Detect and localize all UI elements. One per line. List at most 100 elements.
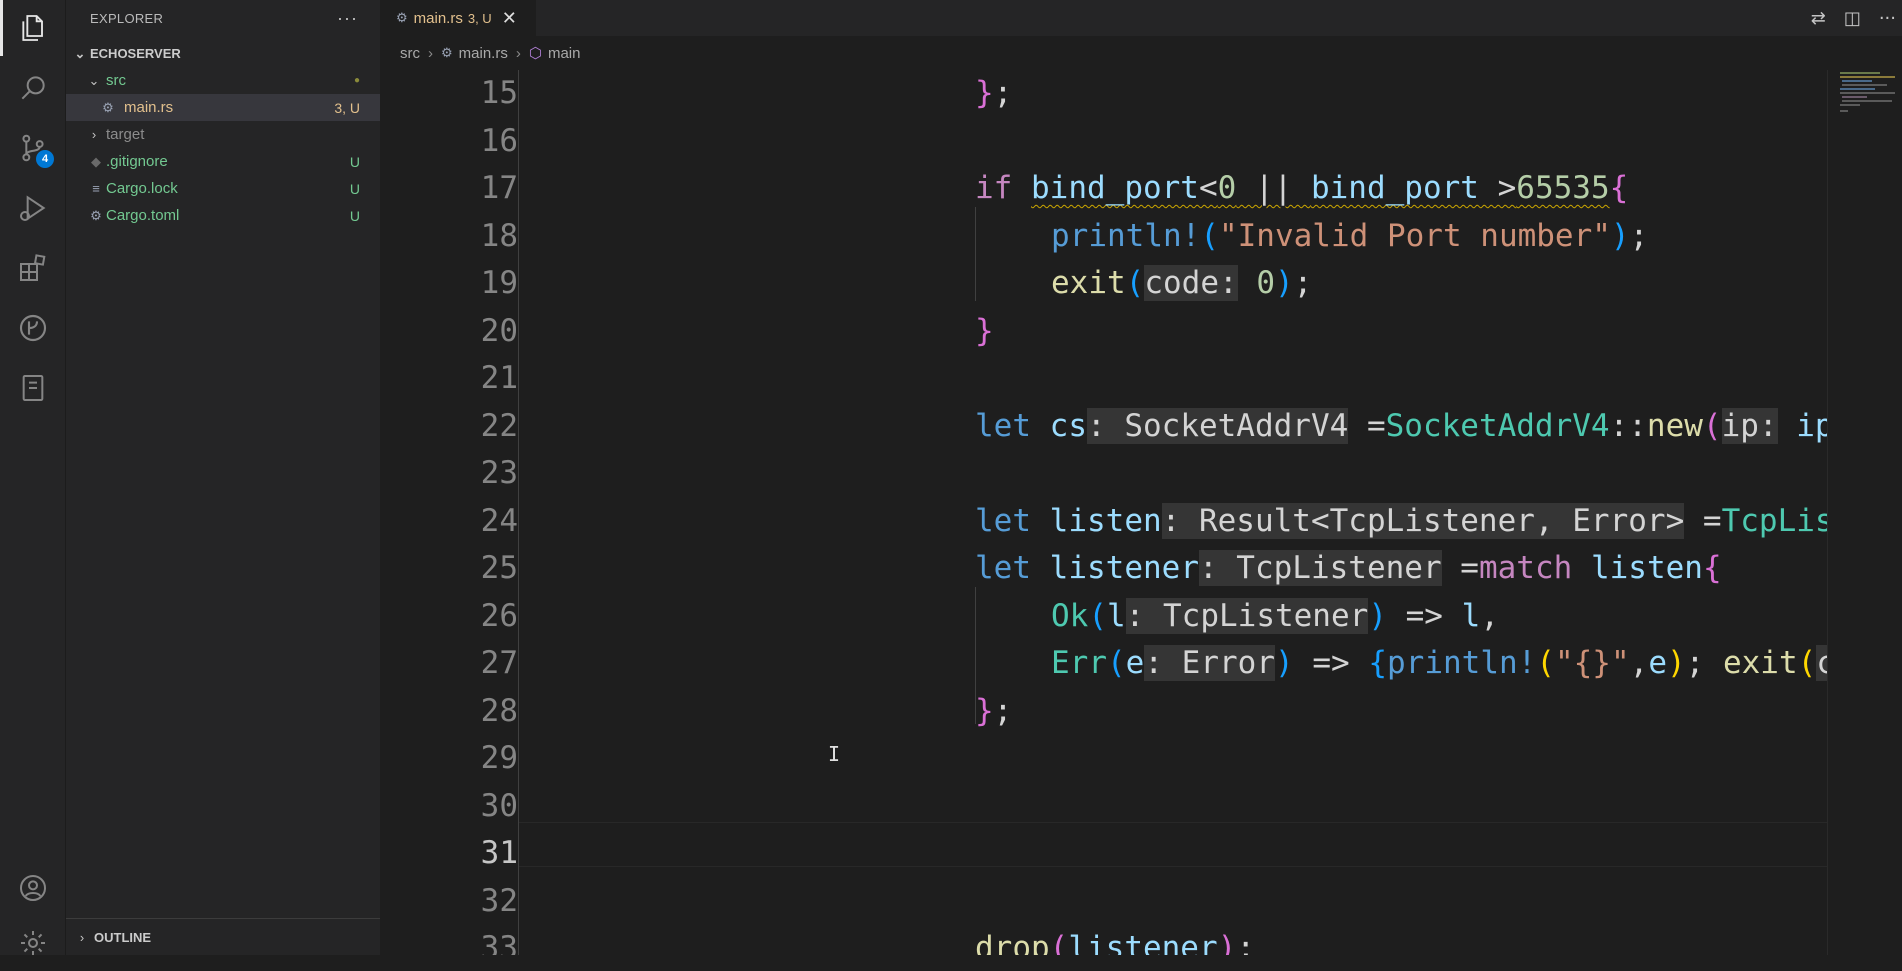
scm-badge: 4 [36, 150, 54, 168]
more-actions-icon[interactable]: ··· [1879, 8, 1896, 29]
line-number: 24 [480, 502, 518, 539]
chevron-right-icon: › [79, 929, 85, 945]
code-line: exit(code: 0); [1051, 265, 1313, 301]
tree-item-label: Cargo.toml [106, 207, 180, 224]
git-file-icon: ◆ [91, 153, 101, 169]
line-number: 21 [480, 360, 518, 396]
tab-label: main.rs [413, 9, 463, 27]
line-number: 26 [480, 597, 518, 634]
tree-file-cargo-toml[interactable]: ⚙ Cargo.toml U [66, 202, 380, 229]
code-line: let cs: SocketAddrV4 =SocketAddrV4::new(… [975, 407, 1827, 444]
code-line: Err(e: Error) => {println!("{}",e); exit… [1051, 640, 1827, 687]
minimap-line [1840, 88, 1875, 90]
code-content[interactable]: }; if bind_port<0 || bind_port >65535{ p… [520, 70, 1827, 955]
minimap-line [1840, 72, 1880, 74]
breadcrumb-item-src[interactable]: src [400, 45, 420, 62]
file-status-badge: U [349, 153, 360, 170]
more-actions-icon[interactable]: ··· [337, 8, 358, 29]
line-number: 33 [480, 930, 518, 955]
tree-folder-src[interactable]: ⌄ src ● [66, 67, 380, 94]
minimap[interactable] [1827, 70, 1902, 955]
line-number: 30 [480, 787, 518, 824]
gitlens-icon[interactable] [0, 300, 65, 356]
code-line: }; [975, 75, 1013, 111]
breadcrumb-item-file[interactable]: main.rs [459, 45, 508, 62]
search-icon[interactable] [0, 60, 65, 116]
line-number: 15 [480, 75, 518, 111]
outline-title: OUTLINE [94, 929, 152, 945]
line-number: 27 [480, 645, 518, 681]
minimap-line [1842, 100, 1892, 102]
breadcrumb-item-symbol[interactable]: main [548, 45, 581, 62]
minimap-line [1842, 80, 1872, 82]
file-status-badge: 3, U [334, 99, 360, 116]
tree-item-label: Cargo.lock [106, 180, 178, 197]
code-line: }; [975, 692, 1013, 729]
chevron-right-icon: › [428, 44, 433, 62]
code-line: if bind_port<0 || bind_port >65535{ [975, 170, 1629, 206]
tree-file-cargo-lock[interactable]: ≡ Cargo.lock U [66, 175, 380, 202]
code-line: drop(listener); [975, 930, 1255, 955]
notebook-icon[interactable] [0, 360, 65, 416]
tab-status-badge: 3, U [467, 10, 492, 26]
line-number: 25 [480, 550, 518, 586]
tab-main-rs[interactable]: ⚙ main.rs 3, U ✕ [380, 0, 536, 36]
line-number: 29 [480, 740, 518, 776]
minimap-line [1840, 104, 1860, 106]
chevron-down-icon: ⌄ [74, 45, 86, 61]
activity-bar: 4 [0, 0, 66, 955]
breadcrumb: src › ⚙ main.rs › ⬡ main [380, 36, 1902, 70]
tree-folder-target[interactable]: › target [66, 121, 380, 148]
compare-changes-icon[interactable]: ⇄ [1811, 8, 1826, 29]
rust-file-icon: ⚙ [102, 99, 114, 115]
tree-file-gitignore[interactable]: ◆ .gitignore U [66, 148, 380, 175]
line-number: 23 [480, 455, 518, 491]
file-status-badge: U [349, 180, 360, 197]
split-editor-icon[interactable]: ◫ [1844, 8, 1861, 29]
chevron-right-icon: › [91, 127, 97, 142]
manage-gear-icon[interactable] [0, 915, 65, 971]
code-line: let listen: Result<TcpListener, Error> =… [975, 502, 1827, 539]
rust-file-icon: ⚙ [441, 45, 453, 60]
code-line: } [975, 312, 994, 349]
line-number: 17 [480, 170, 518, 206]
chevron-right-icon: › [515, 44, 521, 62]
rust-file-icon: ⚙ [396, 10, 408, 25]
function-cube-icon: ⬡ [528, 45, 542, 62]
minimap-line [1840, 92, 1895, 94]
explorer-sidebar: EXPLORER ··· ⌄ ECHOSERVER ⌄ src ● ⚙ main… [66, 0, 380, 955]
tree-item-label: target [106, 126, 145, 143]
minimap-line [1840, 110, 1848, 112]
tree-item-label: .gitignore [106, 153, 168, 170]
modified-dot-icon: ● [353, 75, 360, 86]
extensions-icon[interactable] [0, 240, 65, 296]
code-editor[interactable]: 15 16 17 18 19 20 21 22 23 24 25 26 27 2… [380, 70, 1827, 955]
outline-section-header[interactable]: › OUTLINE [66, 918, 380, 955]
line-number-active: 31 [480, 835, 518, 871]
line-number: 22 [480, 407, 518, 444]
tree-file-main-rs[interactable]: ⚙ main.rs 3, U [66, 94, 380, 121]
line-number: 18 [480, 217, 518, 254]
tree-item-label: main.rs [124, 99, 174, 116]
explorer-title: EXPLORER [90, 10, 164, 26]
mouse-ibeam-cursor: I [828, 742, 841, 766]
workspace-root[interactable]: ⌄ ECHOSERVER [66, 40, 380, 67]
tree-item-label: src [106, 72, 126, 89]
indent-guide [518, 70, 519, 955]
run-debug-icon[interactable] [0, 180, 65, 236]
account-icon[interactable] [0, 860, 65, 916]
explorer-header: EXPLORER ··· [66, 0, 380, 36]
editor-actions: ⇄ ◫ ··· [1811, 0, 1896, 36]
workspace-root-label: ECHOSERVER [90, 46, 181, 61]
editor-tab-bar: ⚙ main.rs 3, U ✕ ⇄ ◫ ··· [380, 0, 1902, 36]
minimap-line [1842, 96, 1867, 98]
line-number: 19 [480, 265, 518, 301]
settings-file-icon: ⚙ [90, 207, 102, 223]
minimap-line [1840, 76, 1895, 78]
close-icon[interactable]: ✕ [502, 8, 517, 29]
explorer-icon[interactable] [0, 0, 65, 56]
line-number: 16 [480, 122, 518, 159]
line-number: 28 [480, 692, 518, 729]
chevron-down-icon: ⌄ [88, 72, 100, 88]
source-control-icon[interactable]: 4 [0, 120, 65, 176]
